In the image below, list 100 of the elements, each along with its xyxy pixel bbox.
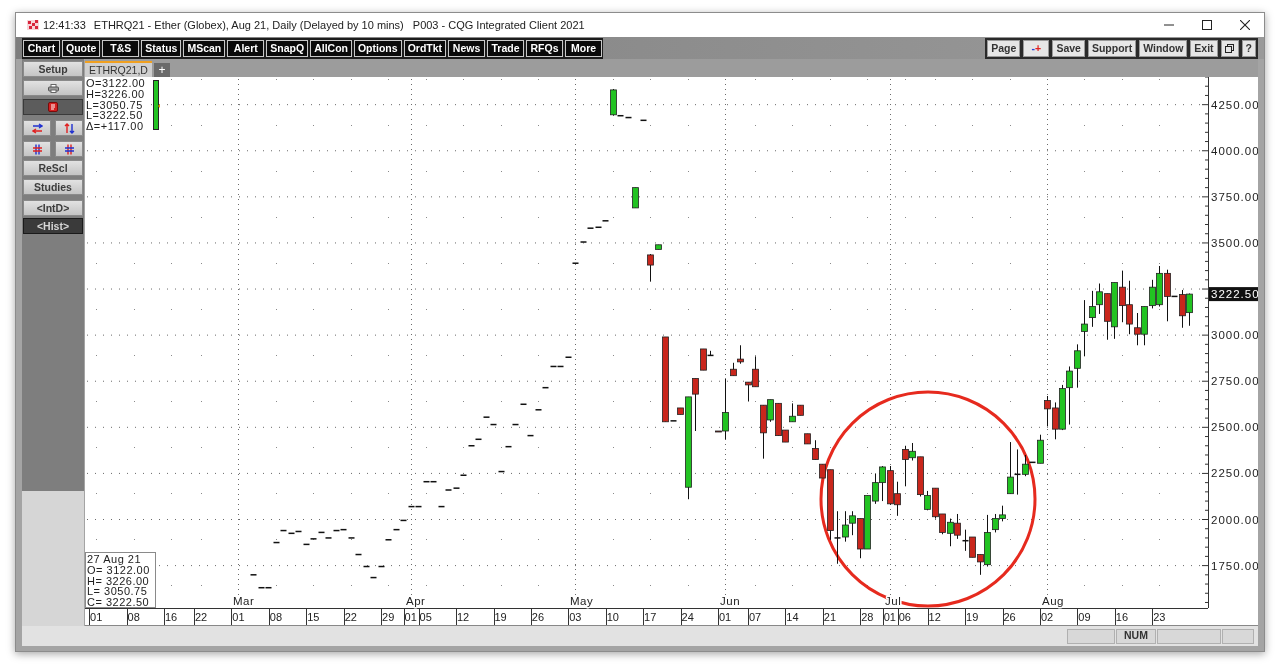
candlestick: [505, 445, 512, 448]
price-readout: L= 3050.75: [87, 586, 149, 598]
x-axis-label: 01: [719, 611, 732, 623]
price-readout: L=3222.50: [86, 110, 144, 122]
toolbar-button[interactable]: Save: [1052, 39, 1085, 57]
price-readout: L=3050.75: [86, 99, 144, 111]
toolbar-button[interactable]: Support: [1087, 39, 1137, 57]
sidebar-button[interactable]: Setup: [23, 61, 83, 77]
toolbar-button[interactable]: AllCon: [310, 39, 352, 57]
x-axis-label: 05: [419, 611, 432, 623]
x-axis-label: 12: [928, 611, 941, 623]
toolbar-button[interactable]: Trade: [487, 39, 525, 57]
x-axis-label: 19: [966, 611, 979, 623]
candlestick: [647, 253, 654, 283]
updown-arrows-icon: [63, 122, 75, 134]
x-axis-label: 24: [681, 611, 694, 623]
plus-minus-button[interactable]: -+: [1023, 39, 1050, 57]
candlestick: [498, 470, 505, 473]
toolbar-button[interactable]: T&S: [102, 39, 140, 57]
month-label: Mar: [233, 595, 255, 607]
x-axis-label: 28: [861, 611, 874, 623]
toolbar-button[interactable]: News: [448, 39, 486, 57]
icon-button[interactable]: [55, 120, 83, 136]
x-axis-label: 23: [1153, 611, 1166, 623]
candlestick: [527, 434, 534, 437]
x-axis-label: 12: [456, 611, 470, 623]
x-axis-label: 09: [1078, 611, 1091, 623]
window-title: ETHRQ21 - Ether (Globex), Aug 21, Daily (Delayed by 10 mins): [93, 17, 404, 33]
toolbar-button[interactable]: MScan: [183, 39, 226, 57]
candlestick: [520, 403, 527, 405]
x-axis-label: 29: [382, 611, 395, 623]
x-axis-label: 07: [748, 611, 762, 623]
toolbar-button[interactable]: Window: [1139, 39, 1188, 57]
candlestick: [363, 565, 370, 568]
toolbar-button[interactable]: More: [565, 39, 603, 57]
toolbar-button[interactable]: RFQs: [526, 39, 564, 57]
candlestick: [250, 574, 257, 576]
add-tab-button[interactable]: +: [153, 63, 170, 77]
candlestick: [572, 262, 579, 264]
x-axis-label: 01: [404, 611, 417, 623]
price-readout: H=3226.00: [86, 88, 146, 100]
x-axis-label: 21: [823, 611, 837, 623]
swap-arrows-icon: [31, 122, 43, 134]
candlestick: [640, 119, 647, 122]
candlestick: [273, 541, 280, 544]
price-readout: H= 3226.00: [87, 575, 151, 587]
icon-button[interactable]: [55, 141, 83, 157]
price-readout: Δ=+117.00: [86, 121, 145, 132]
x-axis-label: 17: [644, 611, 657, 623]
toolbar-button[interactable]: Chart: [23, 39, 60, 57]
icon-button[interactable]: [23, 99, 83, 115]
restore-icon: [1225, 43, 1235, 53]
candlestick: [378, 565, 385, 568]
x-axis-label: 22: [194, 611, 208, 623]
toolbar-button[interactable]: Page: [987, 39, 1021, 57]
document-icon: [48, 102, 58, 112]
x-axis-label: 06: [898, 611, 911, 623]
sidebar-button[interactable]: Studies: [23, 179, 83, 195]
print-button[interactable]: [23, 80, 83, 96]
icon-button[interactable]: [23, 120, 51, 136]
restore-button[interactable]: [1220, 39, 1239, 57]
toolbar-button[interactable]: Alert: [227, 39, 265, 57]
x-axis-label: 16: [164, 611, 178, 623]
x-axis-label: 14: [786, 611, 799, 623]
month-label: May: [570, 595, 594, 607]
toolbar-button[interactable]: ?: [1241, 39, 1256, 57]
candlestick: [370, 576, 377, 579]
app-icon: [27, 20, 39, 30]
price-readout: O= 3122.00: [87, 564, 151, 576]
x-axis-label: 01: [232, 611, 245, 623]
candlestick: [512, 423, 519, 426]
hash-icon: [63, 143, 75, 155]
candlestick: [632, 187, 639, 209]
mode-button[interactable]: <Hist>: [23, 218, 83, 234]
toolbar-button[interactable]: Exit: [1190, 39, 1218, 57]
icon-button[interactable]: [23, 141, 51, 157]
x-axis-label: 15: [307, 611, 320, 623]
month-label: Apr: [406, 595, 426, 607]
chart-tab[interactable]: ETHRQ21,D: [85, 61, 152, 77]
mode-button[interactable]: <IntD>: [23, 200, 83, 216]
toolbar-button[interactable]: SnapQ: [266, 39, 309, 57]
x-axis-label: 19: [494, 611, 507, 623]
price-readout: O=3122.00: [86, 78, 146, 89]
sidebar-button[interactable]: ReScl: [23, 160, 83, 176]
printer-icon: [47, 83, 59, 93]
toolbar-button[interactable]: OrdTkt: [403, 39, 447, 57]
candlestick: [535, 409, 542, 411]
x-axis-label: 22: [344, 611, 357, 623]
x-axis-label: 16: [1115, 611, 1129, 623]
candlestick: [580, 241, 587, 243]
toolbar-button[interactable]: Quote: [62, 39, 101, 57]
x-axis-label: 26: [531, 611, 545, 623]
x-axis-label: 03: [569, 611, 582, 623]
x-axis-label: 08: [269, 611, 283, 623]
month-label: Aug: [1042, 595, 1064, 607]
toolbar-button[interactable]: Status: [141, 39, 182, 57]
close-icon: [1240, 20, 1250, 30]
x-axis-label: 08: [127, 611, 140, 623]
x-axis-label: 26: [1003, 611, 1016, 623]
toolbar-button[interactable]: Options: [353, 39, 402, 57]
